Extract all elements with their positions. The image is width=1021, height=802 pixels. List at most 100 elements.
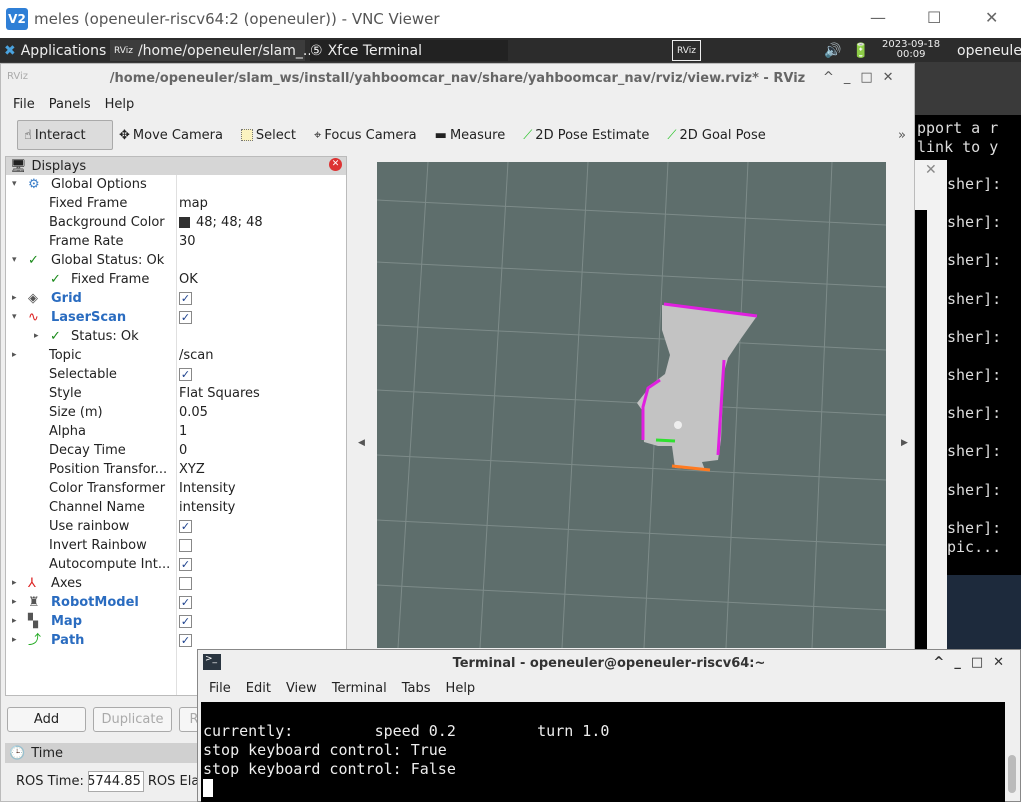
collapse-arrow-icon[interactable]: ▸ xyxy=(12,289,17,308)
collapse-arrow-icon[interactable]: ▸ xyxy=(12,346,17,365)
volume-icon[interactable]: 🔊 xyxy=(824,40,841,61)
row-value[interactable]: XYZ xyxy=(179,460,205,479)
tool-focus-camera[interactable]: ⌖ Focus Camera xyxy=(308,120,429,150)
display-row[interactable]: Alpha 1 xyxy=(6,422,346,441)
ros-time-label: ROS Time: xyxy=(16,774,84,789)
collapse-arrow-icon[interactable]: ▸ xyxy=(34,327,39,346)
collapse-arrow-icon[interactable]: ▸ xyxy=(12,574,17,593)
display-row[interactable]: Selectable ✓ xyxy=(6,365,346,384)
applications-menu[interactable]: ✖ Applications xyxy=(4,40,106,61)
row-checkbox[interactable]: ✓ xyxy=(179,612,192,631)
menu-panels[interactable]: Panels xyxy=(49,94,91,116)
row-checkbox[interactable]: ✓ xyxy=(179,631,192,650)
task-rviz[interactable]: RViz/home/openeuler/slam_... xyxy=(110,40,316,61)
tool-2d-pose-estimate[interactable]: ⟋ 2D Pose Estimate xyxy=(517,120,661,150)
row-checkbox[interactable] xyxy=(179,536,192,555)
ros-time-field[interactable]: 5744.85 xyxy=(87,771,144,792)
row-checkbox[interactable]: ✓ xyxy=(179,289,192,308)
terminal-scrollbar[interactable] xyxy=(1008,755,1016,793)
display-row[interactable]: Position Transfor... XYZ xyxy=(6,460,346,479)
menu-help[interactable]: Help xyxy=(105,94,135,116)
display-row[interactable]: ▸ ✓ Status: Ok xyxy=(6,327,346,346)
row-value[interactable]: Flat Squares xyxy=(179,384,260,403)
display-row[interactable]: ▾ ⚙ Global Options xyxy=(6,175,346,194)
terminal-menu-help[interactable]: Help xyxy=(446,677,476,701)
tool-measure[interactable]: ▬ Measure xyxy=(429,120,518,150)
tool-2d-goal-pose[interactable]: ⟋ 2D Goal Pose xyxy=(661,120,777,150)
display-row[interactable]: ✓ Fixed Frame OK xyxy=(6,270,346,289)
row-checkbox[interactable]: ✓ xyxy=(179,517,192,536)
collapse-left-icon[interactable]: ◀ xyxy=(358,438,365,448)
display-row[interactable]: Background Color 48; 48; 48 xyxy=(6,213,346,232)
terminal-window-controls[interactable]: ^_□✕ xyxy=(933,655,1014,670)
display-row[interactable]: Fixed Frame map xyxy=(6,194,346,213)
display-row[interactable]: ▾ ∿ LaserScan ✓ xyxy=(6,308,346,327)
collapse-right-icon[interactable]: ▶ xyxy=(901,438,908,448)
expand-arrow-icon[interactable]: ▾ xyxy=(12,308,17,327)
dialog-close-icon[interactable]: ✕ xyxy=(925,162,937,178)
user-menu[interactable]: openeuler xyxy=(957,40,1021,61)
close-button[interactable]: ✕ xyxy=(985,8,998,27)
battery-icon[interactable]: 🔋 xyxy=(852,40,869,61)
row-value[interactable]: Intensity xyxy=(179,479,236,498)
display-row[interactable]: Use rainbow ✓ xyxy=(6,517,346,536)
tool-select[interactable]: Select xyxy=(235,120,308,150)
toolbar-overflow-icon[interactable]: » xyxy=(898,128,906,143)
display-row[interactable]: ▸ ♜ RobotModel ✓ xyxy=(6,593,346,612)
row-value[interactable]: intensity xyxy=(179,498,235,517)
row-checkbox[interactable]: ✓ xyxy=(179,555,192,574)
display-row[interactable]: ▸ ⅄ Axes xyxy=(6,574,346,593)
clock[interactable]: 2023-09-18 00:09 xyxy=(882,40,940,61)
display-row[interactable]: ▸ ⤴ Path ✓ xyxy=(6,631,346,650)
row-value[interactable]: 1 xyxy=(179,422,187,441)
collapse-arrow-icon[interactable]: ▸ xyxy=(12,612,17,631)
row-checkbox[interactable]: ✓ xyxy=(179,308,192,327)
row-value[interactable]: 0.05 xyxy=(179,403,208,422)
display-row[interactable]: Autocompute Int... ✓ xyxy=(6,555,346,574)
tool-move-camera[interactable]: ✥ Move Camera xyxy=(113,120,235,150)
row-value[interactable]: 48; 48; 48 xyxy=(179,213,263,232)
terminal-output[interactable]: currently: speed 0.2 turn 1.0 stop keyboa… xyxy=(201,702,1005,802)
display-row[interactable]: ▸ ▚ Map ✓ xyxy=(6,612,346,631)
expand-arrow-icon[interactable]: ▾ xyxy=(12,175,17,194)
display-row[interactable]: ▸ ◈ Grid ✓ xyxy=(6,289,346,308)
display-row[interactable]: ▾ ✓ Global Status: Ok xyxy=(6,251,346,270)
terminal-menu-terminal[interactable]: Terminal xyxy=(332,677,387,701)
row-label: Autocompute Int... xyxy=(49,557,171,572)
add-button[interactable]: Add xyxy=(7,707,86,732)
expand-arrow-icon[interactable]: ▾ xyxy=(12,251,17,270)
close-panel-icon[interactable]: ✕ xyxy=(329,158,342,171)
row-value[interactable]: map xyxy=(179,194,208,213)
row-value[interactable]: 30 xyxy=(179,232,196,251)
row-value[interactable]: 0 xyxy=(179,441,187,460)
display-row[interactable]: Style Flat Squares xyxy=(6,384,346,403)
row-value[interactable]: OK xyxy=(179,270,198,289)
3d-viewport[interactable] xyxy=(376,161,887,649)
bgterm-line: pic... xyxy=(947,537,1002,556)
terminal-menu-tabs[interactable]: Tabs xyxy=(402,677,431,701)
terminal-menu-file[interactable]: File xyxy=(209,677,231,701)
row-checkbox[interactable]: ✓ xyxy=(179,365,192,384)
display-row[interactable]: Invert Rainbow xyxy=(6,536,346,555)
rviz-window-controls[interactable]: ^_□✕ xyxy=(823,70,904,85)
duplicate-button[interactable]: Duplicate xyxy=(93,707,172,732)
display-row[interactable]: Decay Time 0 xyxy=(6,441,346,460)
terminal-menu-edit[interactable]: Edit xyxy=(246,677,271,701)
display-row[interactable]: Color Transformer Intensity xyxy=(6,479,346,498)
row-checkbox[interactable]: ✓ xyxy=(179,593,192,612)
workspace-thumbnail[interactable]: RViz xyxy=(672,40,701,61)
display-row[interactable]: Frame Rate 30 xyxy=(6,232,346,251)
minimize-button[interactable]: — xyxy=(870,8,886,27)
display-row[interactable]: Channel Name intensity xyxy=(6,498,346,517)
collapse-arrow-icon[interactable]: ▸ xyxy=(12,593,17,612)
collapse-arrow-icon[interactable]: ▸ xyxy=(12,631,17,650)
maximize-button[interactable]: ☐ xyxy=(927,8,941,27)
row-checkbox[interactable] xyxy=(179,574,192,593)
display-row[interactable]: Size (m) 0.05 xyxy=(6,403,346,422)
terminal-menu-view[interactable]: View xyxy=(286,677,317,701)
tool-interact[interactable]: ☝ Interact xyxy=(17,120,113,150)
menu-file[interactable]: File xyxy=(13,94,35,116)
row-value[interactable]: /scan xyxy=(179,346,214,365)
display-row[interactable]: ▸ Topic/scan xyxy=(6,346,346,365)
task-terminal[interactable]: ⑤ Xfce Terminal xyxy=(310,40,508,61)
